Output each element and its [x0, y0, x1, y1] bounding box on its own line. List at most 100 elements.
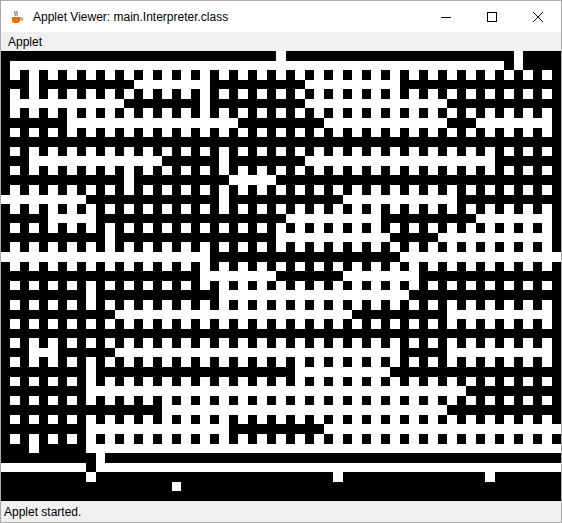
maze-cell	[552, 214, 562, 224]
maze-cell	[248, 233, 258, 243]
maze-cell	[134, 214, 143, 224]
maze-cell	[352, 156, 362, 166]
maze-cell	[267, 367, 277, 377]
maze-cell	[343, 223, 352, 233]
maze-cell	[476, 51, 486, 61]
maze-cell	[115, 166, 124, 176]
menu-item[interactable]: Applet	[1, 33, 49, 51]
maze-cell	[143, 118, 153, 128]
maze-cell	[200, 61, 210, 71]
maze-cell	[115, 99, 124, 109]
maze-cell	[400, 290, 409, 300]
maze-cell	[400, 89, 409, 99]
maze-cell	[419, 175, 428, 185]
maze-cell	[39, 271, 49, 281]
maze-cell	[552, 156, 562, 166]
maze-cell	[257, 281, 266, 291]
maze-cell	[219, 89, 228, 99]
minimize-button[interactable]	[423, 1, 469, 32]
maze-cell	[1, 271, 10, 281]
maze-cell	[514, 147, 524, 157]
maze-cell	[10, 185, 19, 195]
maximize-icon	[487, 12, 497, 22]
maze-cell	[466, 147, 475, 157]
maze-cell	[514, 290, 524, 300]
maze-cell	[314, 204, 323, 214]
maze-cell	[476, 310, 486, 320]
maze-cell	[10, 300, 19, 310]
maze-cell	[248, 214, 258, 224]
maze-cell	[10, 166, 19, 176]
maze-cell	[523, 300, 532, 310]
maze-cell	[153, 118, 162, 128]
maze-cell	[466, 338, 475, 348]
maze-cell	[371, 338, 381, 348]
maze-cell	[400, 357, 409, 367]
maze-cell	[10, 137, 19, 147]
maze-cell	[552, 348, 562, 358]
maze-cell	[96, 137, 106, 147]
maze-cell	[39, 108, 49, 118]
maze-cell	[58, 242, 68, 252]
maze-cell	[10, 223, 19, 233]
maze-cell	[200, 51, 210, 61]
maze-cell	[153, 357, 162, 367]
maze-cell	[409, 319, 419, 329]
maze-cell	[115, 290, 124, 300]
title-bar[interactable]: Applet Viewer: main.Interpreter.class	[1, 1, 561, 32]
maze-cell	[20, 137, 30, 147]
maze-cell	[257, 175, 266, 185]
close-button[interactable]	[515, 1, 561, 32]
maze-cell	[485, 204, 494, 214]
maze-cell	[191, 70, 200, 80]
maze-cell	[86, 281, 95, 291]
maze-cell	[29, 195, 38, 205]
maze-cell	[523, 281, 532, 291]
maze-cell	[134, 348, 143, 358]
maze-cell	[10, 99, 19, 109]
maze-cell	[229, 61, 239, 71]
maze-cell	[276, 108, 285, 118]
maze-cell	[124, 147, 134, 157]
maze-cell	[390, 185, 400, 195]
maze-cell	[20, 242, 30, 252]
maze-cell	[371, 290, 381, 300]
maze-cell	[324, 118, 334, 128]
maze-cell	[29, 281, 38, 291]
maze-cell	[476, 175, 486, 185]
maze-cell	[29, 348, 38, 358]
maximize-button[interactable]	[469, 1, 515, 32]
maze-cell	[438, 281, 447, 291]
maze-cell	[124, 271, 134, 281]
maze-cell	[495, 204, 505, 214]
maze-cell	[162, 185, 172, 195]
maze-cell	[457, 195, 467, 205]
maze-cell	[381, 319, 390, 329]
maze-cell	[485, 357, 494, 367]
maze-cell	[267, 252, 277, 262]
maze-cell	[533, 310, 543, 320]
maze-cell	[352, 89, 362, 99]
maze-cell	[438, 89, 447, 99]
maze-cell	[267, 348, 277, 358]
maze-cell	[362, 300, 371, 310]
maze-cell	[219, 214, 228, 224]
maze-cell	[400, 214, 409, 224]
maze-cell	[514, 233, 524, 243]
maze-cell	[1, 128, 10, 138]
maze-cell	[504, 175, 513, 185]
maze-cell	[362, 223, 371, 233]
maze-cell	[267, 281, 277, 291]
maze-cell	[181, 89, 191, 99]
maze-cell	[466, 118, 475, 128]
maze-cell	[438, 262, 447, 272]
maze-cell	[362, 156, 371, 166]
maze-cell	[428, 51, 438, 61]
maze-cell	[29, 242, 38, 252]
maze-cell	[381, 118, 390, 128]
maze-cell	[172, 137, 181, 147]
maze-cell	[286, 367, 296, 377]
maze-cell	[153, 128, 162, 138]
maze-cell	[200, 166, 210, 176]
maze-cell	[466, 99, 475, 109]
